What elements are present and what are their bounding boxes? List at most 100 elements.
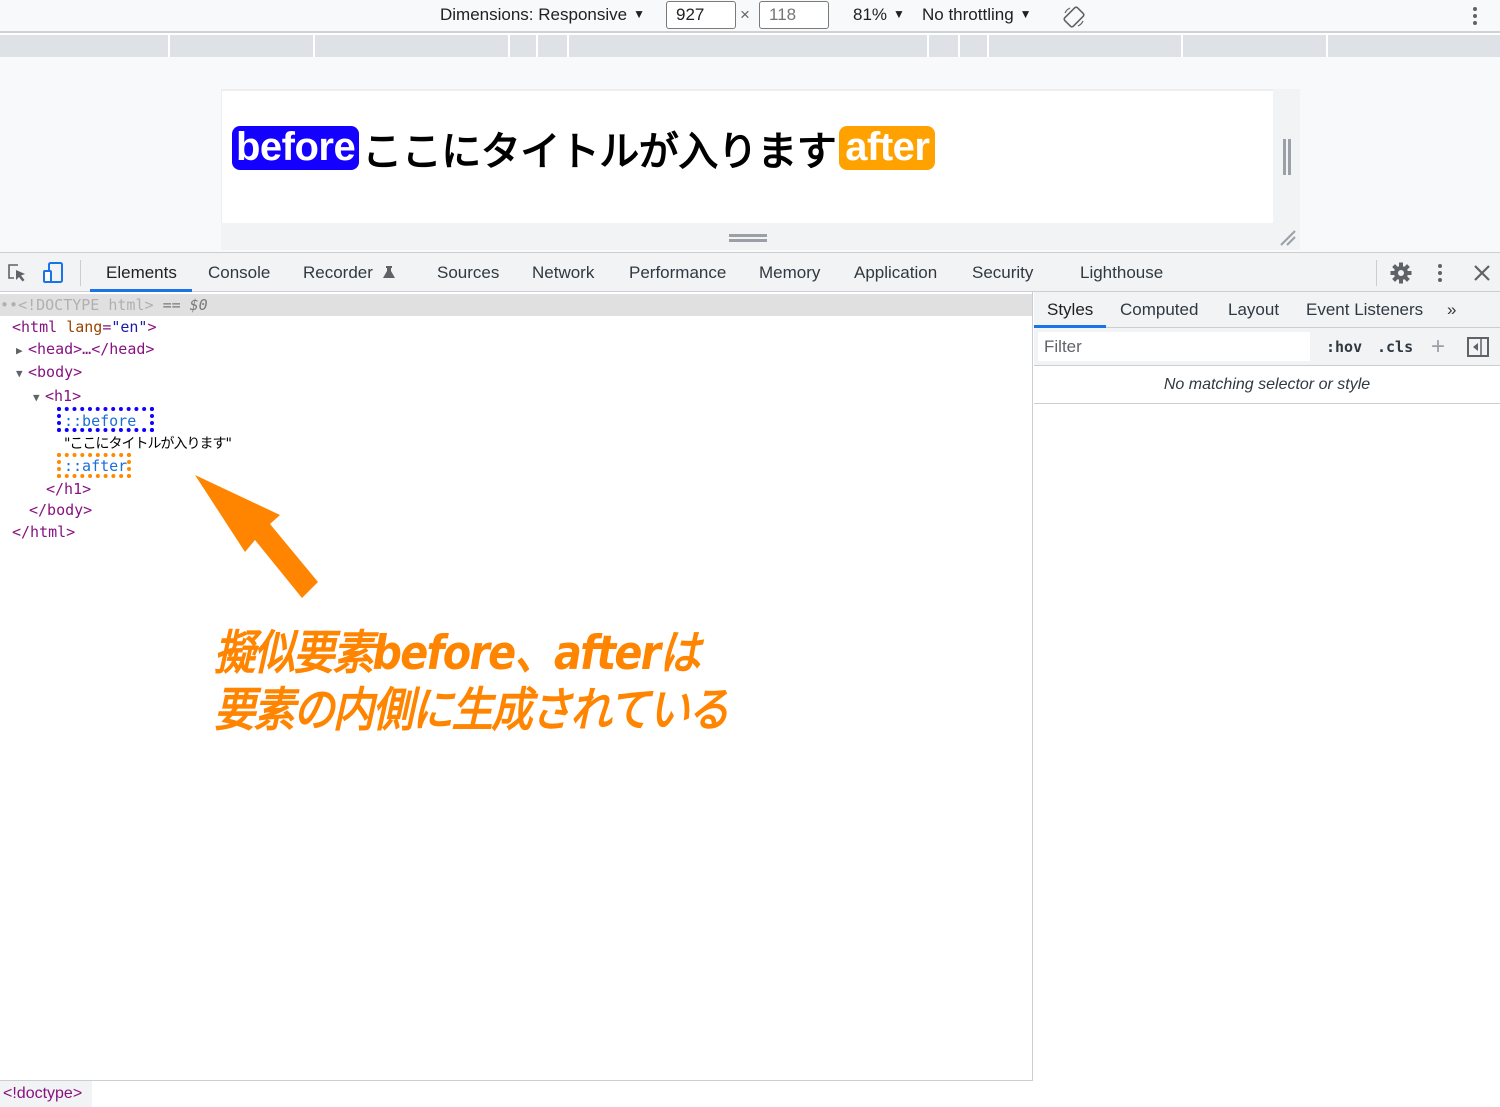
dom-node-h1[interactable]: ▼ <h1> xyxy=(33,385,81,409)
new-style-rule-icon[interactable]: + xyxy=(1431,333,1445,361)
annotation-text: 擬似要素before、afterは 要素の内側に生成されている xyxy=(214,625,729,739)
resize-handle-corner[interactable] xyxy=(1273,223,1300,250)
html-close-tag: </html> xyxy=(12,523,76,541)
device-toolbar-toggle-icon[interactable] xyxy=(41,261,65,285)
zoom-value: 81% xyxy=(853,5,888,24)
dom-node-html[interactable]: <html lang="en"> xyxy=(12,316,157,338)
tab-performance[interactable]: Performance xyxy=(629,263,726,283)
more-options-icon[interactable] xyxy=(1466,5,1484,27)
width-input[interactable] xyxy=(666,1,736,29)
dom-node-head[interactable]: ▶ <head>…</head> xyxy=(16,338,154,362)
zoom-dropdown[interactable]: 81% ▼ xyxy=(853,5,905,25)
customize-menu-icon[interactable] xyxy=(1428,261,1452,285)
page-heading: before ここにタイトルが入ります after xyxy=(232,119,936,177)
dom-node-doctype[interactable]: ••<!DOCTYPE html> == $0 xyxy=(0,294,1032,316)
tab-network[interactable]: Network xyxy=(532,263,594,283)
styles-sidebar: Styles Computed Layout Event Listeners »… xyxy=(1034,292,1500,1107)
media-query-divider xyxy=(168,35,170,57)
tab-recorder[interactable]: Recorder xyxy=(303,263,396,283)
annotation-arrow-icon xyxy=(195,475,318,598)
tab-memory[interactable]: Memory xyxy=(759,263,820,283)
tab-computed[interactable]: Computed xyxy=(1120,300,1198,320)
collapse-triangle-icon[interactable]: ▼ xyxy=(33,387,45,409)
h1-close-tag: </h1> xyxy=(46,480,92,498)
dimensions-label: Dimensions: Responsive xyxy=(440,5,628,24)
tab-layout[interactable]: Layout xyxy=(1228,300,1279,320)
breadcrumb-item-doctype[interactable]: <!doctype> xyxy=(0,1081,93,1107)
dom-node-html-close[interactable]: </html> xyxy=(12,521,75,543)
tab-event-listeners[interactable]: Event Listeners xyxy=(1306,300,1423,320)
caret-down-icon: ▼ xyxy=(633,7,645,21)
media-query-divider xyxy=(567,35,569,57)
caret-down-icon: ▼ xyxy=(1019,7,1032,21)
before-pseudo-element: before xyxy=(232,126,360,170)
resize-corner-icon xyxy=(1280,230,1296,246)
doctype-text: <!DOCTYPE html> xyxy=(18,296,154,314)
attr-name: lang xyxy=(66,318,103,336)
times-sign: × xyxy=(740,5,750,24)
annotation-line-1: 擬似要素before、afterは xyxy=(214,626,701,681)
before-pseudo-node: ::before xyxy=(64,412,137,430)
toolbar-separator xyxy=(1376,260,1377,286)
media-query-bar[interactable] xyxy=(0,35,1500,57)
media-query-divider xyxy=(987,35,989,57)
tab-styles[interactable]: Styles xyxy=(1047,300,1093,320)
grip-icon xyxy=(1283,139,1291,175)
device-viewport-area: before ここにタイトルが入ります after xyxy=(0,57,1500,252)
class-toggle[interactable]: .cls xyxy=(1377,338,1413,356)
inspect-element-icon[interactable] xyxy=(5,261,29,285)
throttling-value: No throttling xyxy=(922,5,1014,24)
tab-sources[interactable]: Sources xyxy=(437,263,499,283)
html-open-tag: <html xyxy=(12,318,58,336)
after-pseudo-node: ::after xyxy=(64,457,128,475)
tab-security[interactable]: Security xyxy=(972,263,1033,283)
tab-lighthouse[interactable]: Lighthouse xyxy=(1080,263,1163,283)
no-matching-styles-message: No matching selector or style xyxy=(1034,366,1500,404)
heading-text: ここにタイトルが入ります xyxy=(362,130,837,174)
dom-node-text[interactable]: "ここにタイトルが入ります" xyxy=(64,432,232,455)
tab-recorder-label: Recorder xyxy=(303,263,373,282)
dom-node-h1-close[interactable]: </h1> xyxy=(46,478,91,500)
collapse-triangle-icon[interactable]: ▼ xyxy=(16,363,28,385)
settings-gear-icon[interactable] xyxy=(1389,261,1413,285)
throttling-dropdown[interactable]: No throttling ▼ xyxy=(922,5,1032,25)
tab-elements[interactable]: Elements xyxy=(106,263,177,283)
tab-console[interactable]: Console xyxy=(208,263,270,283)
rotate-icon[interactable] xyxy=(1062,5,1086,29)
after-pseudo-element: after xyxy=(839,126,936,170)
hover-state-toggle[interactable]: :hov xyxy=(1326,338,1362,356)
toolbar-separator xyxy=(80,260,81,286)
media-query-divider xyxy=(1181,35,1183,57)
styles-filter-input[interactable] xyxy=(1038,332,1310,361)
device-toolbar: Dimensions: Responsive ▼ × 81% ▼ No thrott… xyxy=(0,0,1500,33)
media-query-divider xyxy=(958,35,960,57)
media-query-divider xyxy=(927,35,929,57)
body-close-tag: </body> xyxy=(29,501,93,519)
media-query-divider xyxy=(1326,35,1328,57)
expand-triangle-icon[interactable]: ▶ xyxy=(16,340,28,362)
tab-application[interactable]: Application xyxy=(854,263,937,283)
close-devtools-icon[interactable] xyxy=(1470,261,1494,285)
dom-node-after[interactable]: ::after xyxy=(64,455,127,477)
dimensions-dropdown[interactable]: Dimensions: Responsive ▼ xyxy=(440,5,645,25)
head-tag: <head>…</head> xyxy=(28,340,155,358)
tag-close-bracket: > xyxy=(147,318,157,336)
selected-node-marker: == $0 xyxy=(162,296,208,314)
elements-panel: ••<!DOCTYPE html> == $0 <html lang="en">… xyxy=(0,292,1033,1080)
attr-value: "en" xyxy=(111,318,148,336)
breadcrumb: <!doctype> xyxy=(0,1080,1033,1107)
height-input[interactable] xyxy=(759,1,829,29)
dom-node-body[interactable]: ▼ <body> xyxy=(16,361,82,385)
dom-node-before[interactable]: ::before xyxy=(64,410,136,432)
annotation-line-2: 要素の内側に生成されている xyxy=(214,683,729,738)
resize-handle-bottom[interactable] xyxy=(221,223,1273,250)
toggle-sidebar-icon[interactable] xyxy=(1467,337,1489,357)
devtools-tab-bar: Elements Console Recorder Sources Networ… xyxy=(0,252,1500,292)
ellipsis-marker: •• xyxy=(0,296,19,314)
resize-handle-right[interactable] xyxy=(1273,89,1300,223)
styles-filter-bar: :hov .cls + xyxy=(1034,328,1500,366)
h1-open-tag: <h1> xyxy=(45,387,82,405)
dom-node-body-close[interactable]: </body> xyxy=(29,499,92,521)
more-tabs-chevron-icon[interactable]: » xyxy=(1447,300,1456,320)
media-query-divider xyxy=(508,35,510,57)
